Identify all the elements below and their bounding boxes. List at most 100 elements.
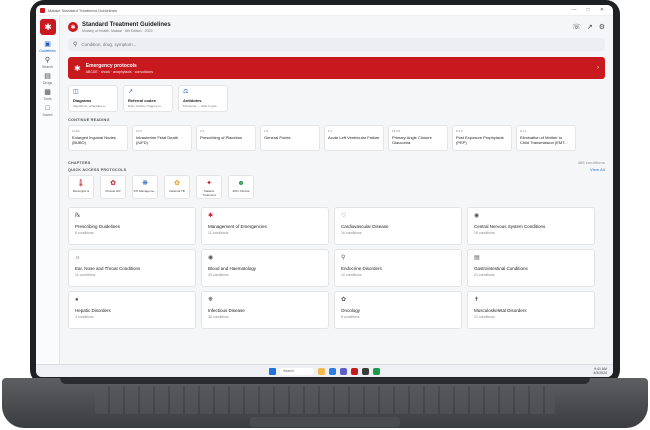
continue-card[interactable]: 11.8A Enlarged Inguinal Nodes (BUBO) <box>68 125 128 151</box>
chapter-name: Endocrine Disorders <box>341 266 382 271</box>
chapter-name: Management of Emergencies <box>208 224 267 229</box>
ribbon-icon: ✿ <box>110 180 116 187</box>
quick-item-clinical-hiv[interactable]: ✿ Clinical HIV <box>100 175 126 199</box>
continue-card[interactable]: 5.1 Acute Left Ventricular Failure <box>324 125 384 151</box>
sidebar-item-search[interactable]: ⚲ Search <box>36 57 59 69</box>
chapter-card[interactable]: ▤ Gastrointestinal Conditions 21 conditi… <box>467 249 595 287</box>
chapter-card[interactable]: ● Hepatic Disorders 3 conditions <box>68 291 196 329</box>
chapter-card[interactable]: ⚲ Endocrine Disorders 10 conditions <box>334 249 462 287</box>
section-code: 2.3 <box>200 129 205 133</box>
section-name: Post Exposure Prophylaxis (PEP) <box>456 135 504 145</box>
app-icon <box>40 7 45 13</box>
chapter-count: 3 conditions <box>75 315 94 319</box>
chapter-card[interactable]: ◉ Central Nervous System Conditions 18 c… <box>467 207 595 245</box>
continue-card[interactable]: 2.3 Prescribing of Placebos <box>196 125 256 151</box>
ear-icon: ☼ <box>75 255 81 261</box>
emergency-protocols-banner[interactable]: ✱ Emergency protocols ABCDE · shock · an… <box>68 57 605 79</box>
taskbar-search[interactable]: Search <box>280 367 314 375</box>
whatsapp-icon[interactable]: ☏ <box>572 23 581 31</box>
chapter-count: 18 conditions <box>474 231 495 235</box>
chapter-count: 20 conditions <box>208 273 229 277</box>
tool-title: Antidotes <box>183 98 202 103</box>
section-code: 15.6.5 <box>392 129 401 133</box>
continue-card[interactable]: 10.2 Intrauterine Fetal Death (IUFD) <box>132 125 192 151</box>
chapter-card[interactable]: ✝ Musculoskeletal Disorders 12 condition… <box>467 291 595 329</box>
chapter-card[interactable]: ♡ Cardiovascular Disease 16 conditions <box>334 207 462 245</box>
quick-item-malaria[interactable]: ✦ Malaria Treatment <box>196 175 222 199</box>
close-icon[interactable]: ✕ <box>595 7 609 13</box>
continue-card[interactable]: 8.3.6 Post Exposure Prophylaxis (PEP) <box>452 125 512 151</box>
chapter-card[interactable]: ◉ Blood and Haematology 20 conditions <box>201 249 329 287</box>
search-bar[interactable]: ⚲ <box>68 38 605 51</box>
edge-browser-icon[interactable] <box>329 367 336 375</box>
mosquito-icon: ✦ <box>206 180 212 187</box>
tool-card-diagrams[interactable]: ◫ Diagrams Algorithms, schedules a... <box>68 85 118 112</box>
stomach-icon: ▤ <box>474 255 480 261</box>
continue-card[interactable]: 9.1.1 Elimination of Mother to Child Tra… <box>516 125 576 151</box>
quick-item-label: STI Manageme... <box>133 189 157 193</box>
chapter-card[interactable]: ✱ Management of Emergencies 11 condition… <box>201 207 329 245</box>
maximize-icon[interactable]: □ <box>581 7 595 13</box>
chapter-count: 8 conditions <box>341 315 360 319</box>
ribbon-icon: ✿ <box>341 297 347 303</box>
continue-card[interactable]: 15.6.5 Primary Angle Closure Glaucoma <box>388 125 448 151</box>
chapters-grid: ℞ Prescribing Guidelines 8 conditions ✱ … <box>68 207 605 329</box>
emergency-icon: ✱ <box>74 63 81 73</box>
quick-item-label: Clinical HIV <box>105 189 121 193</box>
section-label-text: CONTINUE READING <box>68 118 110 122</box>
blood-drop-icon: ◉ <box>208 255 214 261</box>
virus-icon: ❋ <box>142 180 148 187</box>
app-logo[interactable]: ✱ <box>40 19 56 35</box>
section-name: Primary Angle Closure Glaucoma <box>392 135 432 145</box>
section-code: 1.8 <box>264 129 269 133</box>
child-icon: ☻ <box>237 180 245 187</box>
chapter-card[interactable]: ☼ Ear, Nose and Throat Conditions 11 con… <box>68 249 196 287</box>
sidebar-item-tools[interactable]: ▦ Tools <box>36 89 59 101</box>
tool-card-antidotes[interactable]: ⚖ Antidotes Poisoning — what to give <box>178 85 228 112</box>
chapter-card[interactable]: ✿ Oncology 8 conditions <box>334 291 462 329</box>
windows-start-icon[interactable] <box>269 367 276 375</box>
quick-item-meningitis[interactable]: 🌡 Meningitis & <box>68 175 94 199</box>
search-input[interactable] <box>81 42 600 47</box>
sidebar-item-drugs[interactable]: ▤ Drugs <box>36 73 59 85</box>
tool-subtitle: Poisoning — what to give <box>183 104 217 108</box>
continue-card[interactable]: 1.8 General Points <box>260 125 320 151</box>
quick-access-heading: QUICK ACCESS PROTOCOLS View All <box>68 168 605 172</box>
share-icon[interactable]: ↗ <box>587 23 593 31</box>
chapter-card[interactable]: ❋ Infectious Disease 36 conditions <box>201 291 329 329</box>
guidelines-app-icon[interactable] <box>351 367 358 375</box>
chapter-count: 36 conditions <box>208 315 229 319</box>
window-title: Malawi Standard Treatment Guidelines <box>48 7 117 13</box>
chapters-heading: CHAPTERS 485 conditions <box>68 161 605 165</box>
chapter-name: Ear, Nose and Throat Conditions <box>75 266 141 271</box>
terminal-icon[interactable] <box>362 367 369 375</box>
tool-card-referral-codes[interactable]: ↗ Referral codes Entry criteria / trigge… <box>123 85 173 112</box>
quick-item-national-tb[interactable]: ✿ National TB <box>164 175 190 199</box>
tool-title: Referral codes <box>128 98 156 103</box>
chapter-count: 8 conditions <box>75 231 94 235</box>
diagram-icon: ◫ <box>73 89 79 95</box>
teams-icon[interactable] <box>340 367 347 375</box>
tool-title: Diagrams <box>73 98 92 103</box>
chapter-card[interactable]: ℞ Prescribing Guidelines 8 conditions <box>68 207 196 245</box>
os-taskbar: Search 9:41 AM 4/3/2024 <box>36 364 613 377</box>
file-explorer-icon[interactable] <box>318 367 325 375</box>
gear-icon[interactable]: ⚙ <box>599 23 605 31</box>
whatsapp-app-icon[interactable] <box>373 367 380 375</box>
section-name: Enlarged Inguinal Nodes (BUBO) <box>72 135 116 145</box>
sidebar-item-saved[interactable]: □ Saved <box>36 105 59 117</box>
section-code: 5.1 <box>328 129 333 133</box>
view-all-link[interactable]: View All <box>590 168 605 172</box>
sidebar-item-guidelines[interactable]: ▣ Guidelines <box>36 41 59 53</box>
main-content: ✱ Standard Treatment Guidelines Ministry… <box>60 16 613 364</box>
chapter-name: Cardiovascular Disease <box>341 224 389 229</box>
chapter-name: Blood and Haematology <box>208 266 257 271</box>
quick-item-imci[interactable]: ☻ IMCI Clinical <box>228 175 254 199</box>
quick-item-sti[interactable]: ❋ STI Manageme... <box>132 175 158 199</box>
chapter-count: 10 conditions <box>341 273 362 277</box>
chapter-name: Gastrointestinal Conditions <box>474 266 528 271</box>
taskbar-clock[interactable]: 9:41 AM 4/3/2024 <box>547 367 607 375</box>
minimize-icon[interactable]: — <box>567 7 581 13</box>
emergency-subtitle: ABCDE · shock · anaphylaxis · convulsion… <box>85 69 154 74</box>
page-title: Standard Treatment Guidelines <box>82 21 171 28</box>
